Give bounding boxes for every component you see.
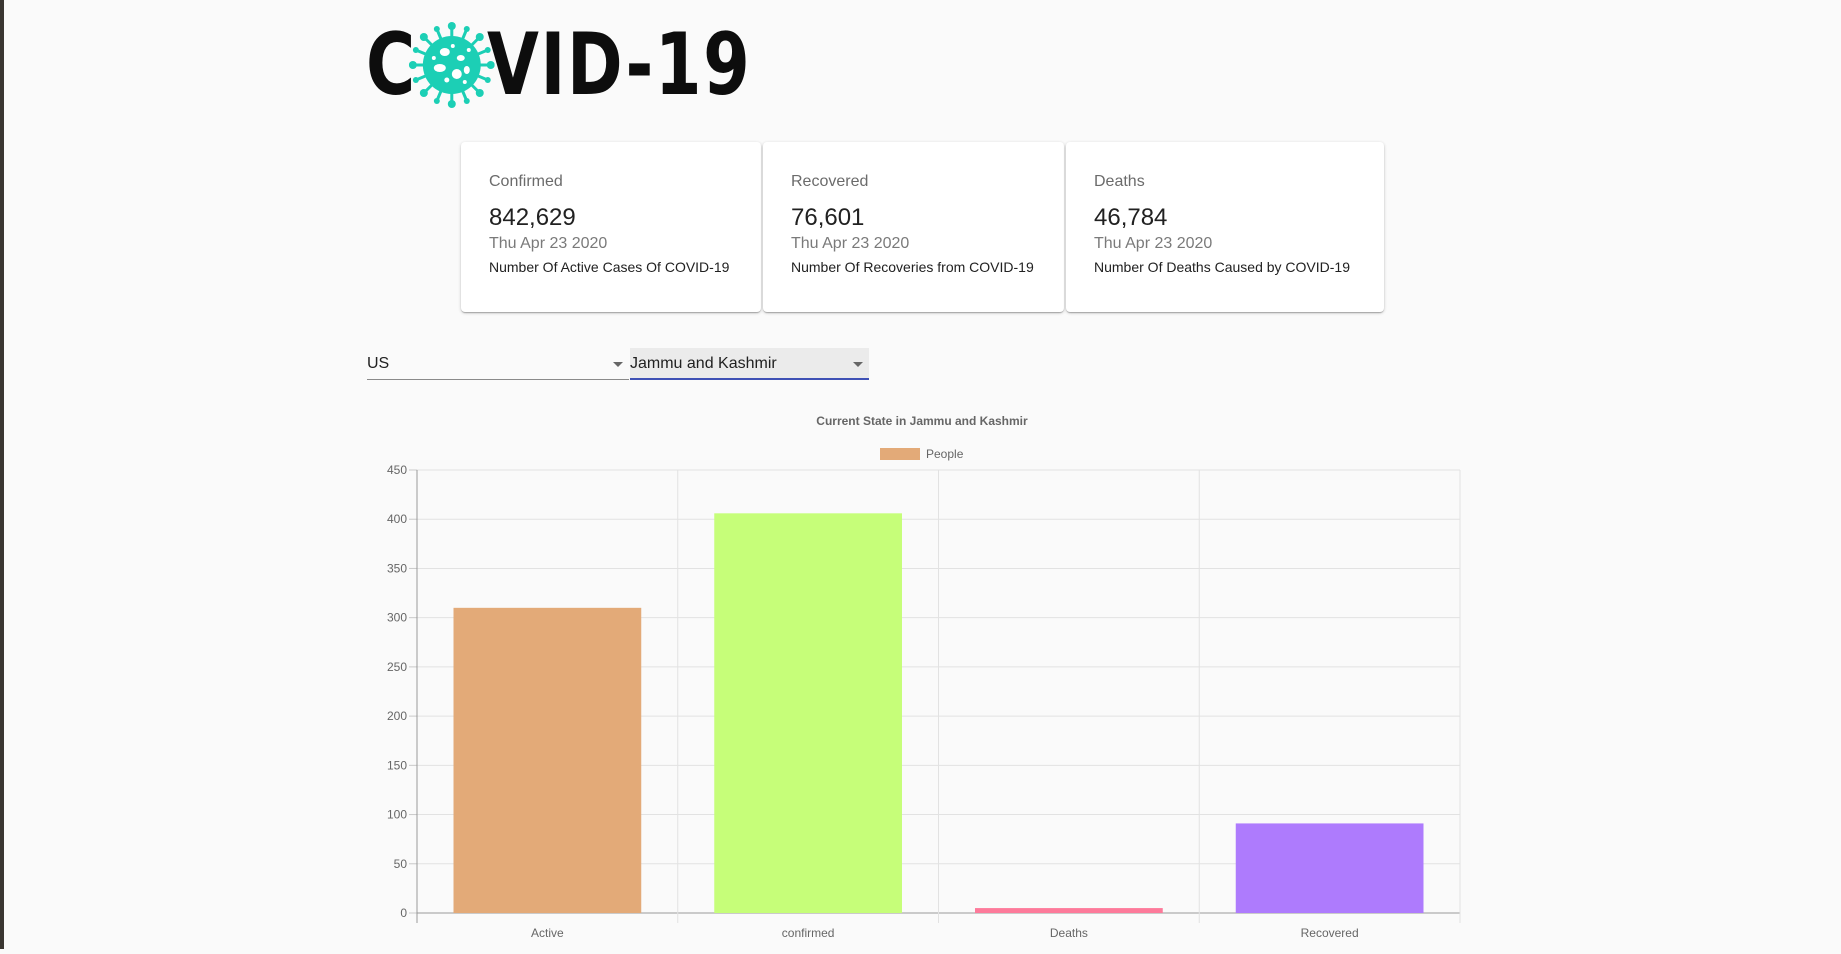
covid-logo: C VID-19 <box>366 22 751 108</box>
bar-deaths[interactable] <box>975 908 1163 913</box>
y-tick-label: 100 <box>387 808 407 822</box>
chevron-down-icon <box>853 362 863 367</box>
card-title: Deaths <box>1094 173 1145 190</box>
y-tick-label: 450 <box>387 463 407 477</box>
confirmed-card: Confirmed 842,629 Thu Apr 23 2020 Number… <box>461 142 761 312</box>
deaths-card: Deaths 46,784 Thu Apr 23 2020 Number Of … <box>1066 142 1384 312</box>
x-tick-label: Deaths <box>1050 926 1088 940</box>
x-tick-label: Active <box>531 926 564 940</box>
y-tick-label: 250 <box>387 660 407 674</box>
y-tick-label: 150 <box>387 758 407 772</box>
y-tick-label: 300 <box>387 611 407 625</box>
bar-confirmed[interactable] <box>714 513 902 913</box>
state-select-value: Jammu and Kashmir <box>630 355 777 372</box>
legend-swatch <box>880 448 920 460</box>
chevron-down-icon <box>613 362 623 367</box>
x-tick-label: Recovered <box>1301 926 1359 940</box>
legend-label[interactable]: People <box>926 447 964 461</box>
card-title: Recovered <box>791 173 869 190</box>
bar-active[interactable] <box>453 607 642 913</box>
bar-chart-svg: Current State in Jammu and Kashmir Peopl… <box>387 414 1461 940</box>
recovered-card: Recovered 76,601 Thu Apr 23 2020 Number … <box>763 142 1064 312</box>
card-value: 46,784 <box>1094 204 1168 231</box>
y-tick-label: 200 <box>387 709 407 723</box>
y-tick-label: 350 <box>387 561 407 575</box>
y-tick-label: 0 <box>400 906 407 920</box>
stats-cards: Confirmed 842,629 Thu Apr 23 2020 Number… <box>461 142 1384 312</box>
logo-text-vid19: VID-19 <box>486 15 752 115</box>
y-tick-label: 400 <box>387 512 407 526</box>
card-date: Thu Apr 23 2020 <box>1094 235 1213 252</box>
card-description: Number Of Deaths Caused by COVID-19 <box>1094 259 1350 275</box>
virus-icon <box>408 22 495 108</box>
state-select[interactable]: Jammu and Kashmir <box>630 348 869 380</box>
chart-title: Current State in Jammu and Kashmir <box>816 414 1028 428</box>
card-date: Thu Apr 23 2020 <box>791 235 910 252</box>
card-title: Confirmed <box>489 173 563 190</box>
x-tick-label: confirmed <box>782 926 835 940</box>
card-value: 842,629 <box>489 204 576 231</box>
country-select[interactable]: US <box>367 348 629 380</box>
card-value: 76,601 <box>791 204 865 231</box>
card-description: Number Of Recoveries from COVID-19 <box>791 259 1034 275</box>
window-left-edge <box>0 0 4 949</box>
card-date: Thu Apr 23 2020 <box>489 235 608 252</box>
bar-recovered[interactable] <box>1235 823 1424 913</box>
state-bar-chart: Current State in Jammu and Kashmir Peopl… <box>366 405 1476 954</box>
y-tick-label: 50 <box>394 857 408 871</box>
card-description: Number Of Active Cases Of COVID-19 <box>489 259 730 275</box>
country-select-value: US <box>367 355 390 372</box>
